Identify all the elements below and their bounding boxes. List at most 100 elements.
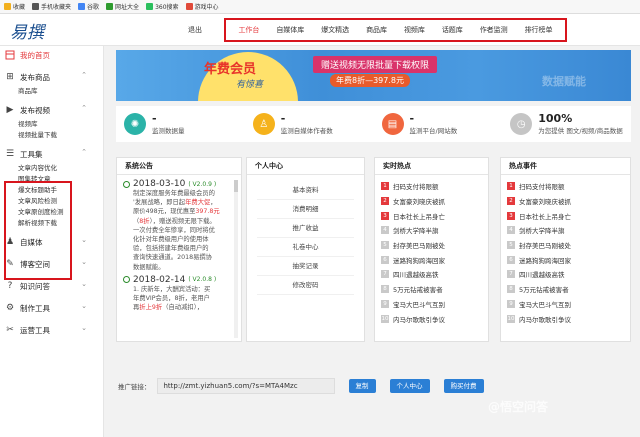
nav-item[interactable]: 视频库 xyxy=(404,25,425,35)
hot-list-item[interactable]: 5 封存美巴马刚被处 xyxy=(381,238,482,253)
sidebar-item-0[interactable]: ⊞ 发布商品 ⌃ xyxy=(0,68,103,86)
chevron-icon: ⌄ xyxy=(81,236,87,244)
copy-button[interactable]: 复制 xyxy=(348,379,376,393)
nav-item[interactable]: 话题库 xyxy=(442,25,463,35)
rank-badge: 7 xyxy=(507,270,515,279)
rank-badge: 9 xyxy=(507,299,515,308)
nav-item[interactable]: 工作台 xyxy=(238,25,259,35)
hot-list-item[interactable]: 9 宝马大巴斗气互别 xyxy=(381,297,482,312)
bookmark-item[interactable]: 谷歌 xyxy=(78,2,99,11)
personal-menu-item[interactable]: 推广收益 xyxy=(257,219,354,238)
sidebar-subitem[interactable]: 商品库 xyxy=(0,86,103,97)
rank-badge: 6 xyxy=(381,255,389,264)
hot-list-item[interactable]: 8 5万元钻戒被害者 xyxy=(507,282,624,297)
stat-value: - xyxy=(280,112,286,125)
bookmark-label: 游戏中心 xyxy=(194,4,219,11)
personal-menu-item[interactable]: 基本资料 xyxy=(257,181,354,200)
announcement-segment: 原价498元，现优惠至 xyxy=(133,208,196,216)
bookmark-icon xyxy=(146,3,154,10)
announcement-scrollbar[interactable] xyxy=(234,180,238,338)
rank-badge: 5 xyxy=(381,241,389,250)
personal-menu-item[interactable]: 消费明细 xyxy=(257,200,354,219)
sidebar-subitem[interactable]: 文章内容优化 xyxy=(0,163,103,174)
announcement-panel: 系统公告 2018-03-10( V2.0.9 ) 制定深度服务年费最级会员的 '发… xyxy=(116,157,242,342)
hot-item-text: 四川遇越级高铁 xyxy=(393,271,439,280)
rank-badge: 3 xyxy=(507,211,515,220)
nav-item[interactable]: 作者监测 xyxy=(480,25,508,35)
nav-item[interactable]: 自媒体库 xyxy=(276,25,304,35)
hot-list-item[interactable]: 6 迷路狗狗跨海回家 xyxy=(507,252,624,267)
hot-list-item[interactable]: 8 5万元钻戒被害者 xyxy=(381,282,482,297)
announcement-segment: 折上9折 xyxy=(139,304,163,312)
announcement-segment: 化针对年费级用户的使用体 xyxy=(133,236,209,244)
rank-badge: 7 xyxy=(381,270,389,279)
buy-button[interactable]: 购买付费 xyxy=(443,379,484,393)
bookmark-item[interactable]: 游戏中心 xyxy=(185,2,219,11)
sidebar-subitem[interactable]: 视频库 xyxy=(0,119,103,130)
bookmark-item[interactable]: 手机收藏夹 xyxy=(32,2,71,11)
hot-list-item[interactable]: 1 扫码支付将限额 xyxy=(507,179,624,194)
hot-list-item[interactable]: 9 宝马大巴斗气互别 xyxy=(507,297,624,312)
personal-center-button[interactable]: 个人中心 xyxy=(389,379,430,393)
sidebar-home-label: 我的首页 xyxy=(20,50,50,60)
hot-list-item[interactable]: 6 迷路狗狗跨海回家 xyxy=(381,252,482,267)
personal-menu-item[interactable]: 修改密码 xyxy=(257,276,354,295)
hot-item-text: 扫码支付将限额 xyxy=(519,183,565,192)
sidebar-item-label: 运营工具 xyxy=(20,325,50,335)
promo-link-input[interactable] xyxy=(156,378,335,394)
exit-link[interactable]: 退出 xyxy=(188,25,202,35)
sidebar-item-2[interactable]: ☰ 工具集 ⌃ xyxy=(0,145,103,163)
sidebar-item-label: 知识问答 xyxy=(20,281,50,291)
sidebar-item-home[interactable]: 我的首页 xyxy=(0,46,103,64)
bookmark-item[interactable]: 网址大全 xyxy=(106,2,139,11)
chevron-icon: ⌄ xyxy=(81,324,87,332)
rank-badge: 8 xyxy=(507,285,515,294)
nav-item[interactable]: 排行榜单 xyxy=(525,25,553,35)
hotspot-title: 实时热点 xyxy=(375,158,488,175)
hot-list-item[interactable]: 4 剑桥大学降半旗 xyxy=(507,223,624,238)
hot-list-item[interactable]: 5 封存美巴马刚被处 xyxy=(507,238,624,253)
announcement-segment: '发展战略，即日起 xyxy=(133,199,186,207)
promo-link-bar: 推广链接： 复制 个人中心 购买付费 xyxy=(116,376,516,396)
sidebar-subitem[interactable]: 视频批量下载 xyxy=(0,130,103,141)
sidebar-item-1[interactable]: ▶ 发布视频 ⌃ xyxy=(0,101,103,119)
personal-menu-item[interactable]: 礼卷中心 xyxy=(257,238,354,257)
hot-item-text: 宝马大巴斗气互别 xyxy=(519,300,571,309)
hot-list-item[interactable]: 3 日本社长上吊身亡 xyxy=(507,208,624,223)
bookmark-label: 收藏 xyxy=(13,4,26,11)
hot-item-text: 5万元钻戒被害者 xyxy=(519,286,569,295)
hot-list-item[interactable]: 3 日本社长上吊身亡 xyxy=(381,208,482,223)
hot-item-text: 扫码支付将限额 xyxy=(393,183,439,192)
hot-list-item[interactable]: 1 扫码支付将限额 xyxy=(381,179,482,194)
promo-banner[interactable]: 年费会员 有惊喜 赠送视频无限批量下载权限 年费8折—397.8元 数据赋能 xyxy=(116,50,631,101)
announcement-date-row[interactable]: 2018-02-14( V2.0.8 ) xyxy=(123,275,235,285)
hot-list-item[interactable]: 4 剑桥大学降半旗 xyxy=(381,223,482,238)
announcement-segment: （自动减扣）， xyxy=(162,304,204,312)
announcement-version: ( V2.0.8 ) xyxy=(188,276,217,284)
rank-badge: 1 xyxy=(507,182,515,191)
rank-badge: 6 xyxy=(507,255,515,264)
personal-menu-item[interactable]: 抽奖记录 xyxy=(257,257,354,276)
rank-badge: 8 xyxy=(381,285,389,294)
bookmark-label: 谷歌 xyxy=(87,4,100,11)
hot-list-item[interactable]: 10 内马尔歌歌引争议 xyxy=(381,311,482,326)
nav-item[interactable]: 爆文精选 xyxy=(321,25,349,35)
hot-list-item[interactable]: 2 女富豪刘晓庆被抓 xyxy=(507,194,624,209)
logo[interactable]: 易撰 xyxy=(10,18,44,43)
sidebar-item-7[interactable]: ✂ 运营工具 ⌄ xyxy=(0,321,103,339)
hot-list-item[interactable]: 7 四川遇越级高铁 xyxy=(507,267,624,282)
bookmark-item[interactable]: 收藏 xyxy=(4,2,25,11)
sidebar-item-label: 发布视频 xyxy=(20,105,50,115)
announcement-text: 1. 庆新年，大酬宾活动：买 年费VIP会员，8折，老用户 再折上9折（自动减扣）， xyxy=(123,285,235,313)
sidebar-item-6[interactable]: ⚙ 制作工具 ⌄ xyxy=(0,299,103,317)
banner-slogan: 赠送视频无限批量下载权限 xyxy=(313,56,438,73)
hot-list-item[interactable]: 10 内马尔歌歌引争议 xyxy=(507,311,624,326)
book-icon: ▤ xyxy=(381,113,404,135)
bookmark-item[interactable]: 360搜索 xyxy=(146,2,179,11)
nav-item[interactable]: 商品库 xyxy=(366,25,387,35)
hot-item-text: 女富豪刘晓庆被抓 xyxy=(519,198,571,207)
hot-list-item[interactable]: 2 女富豪刘晓庆被抓 xyxy=(381,194,482,209)
hot-list-item[interactable]: 7 四川遇越级高铁 xyxy=(381,267,482,282)
bookmark-icon xyxy=(78,3,86,10)
announcement-date-row[interactable]: 2018-03-10( V2.0.9 ) xyxy=(123,179,235,189)
